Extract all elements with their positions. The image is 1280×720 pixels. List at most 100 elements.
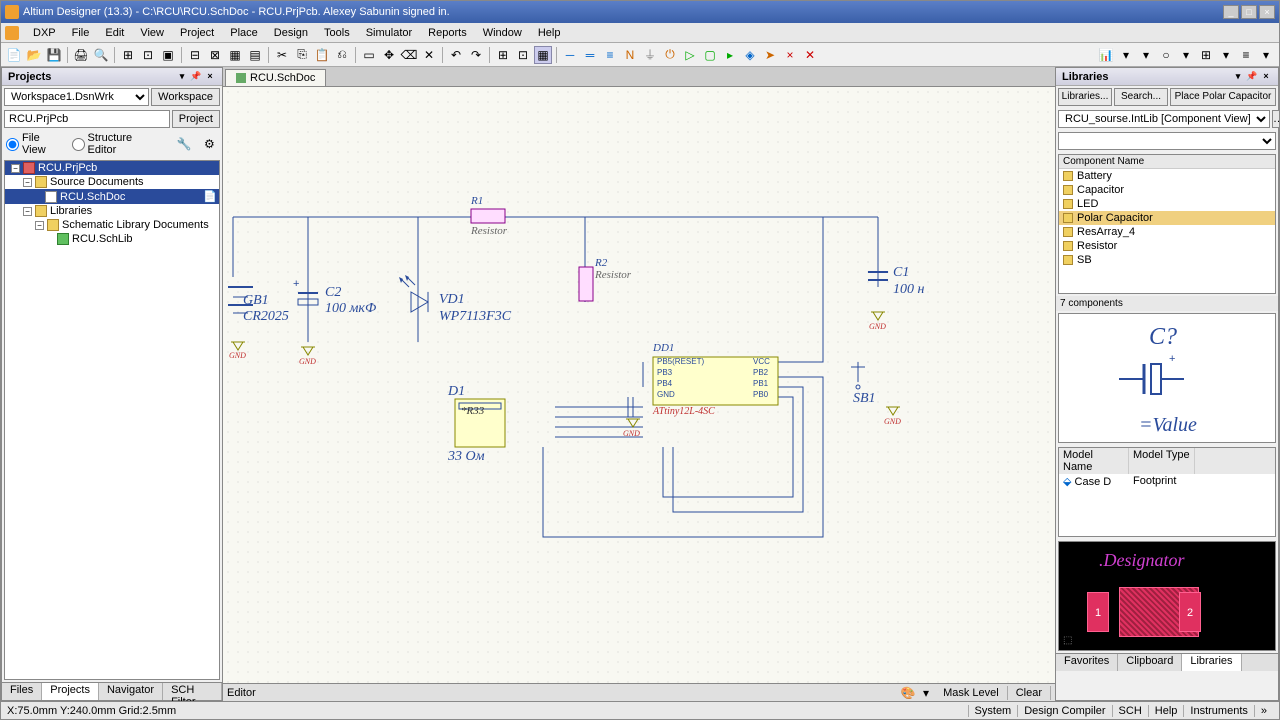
lib-pin-icon[interactable]: 📌 (1246, 71, 1258, 83)
utility-8-icon[interactable]: ≡ (1237, 46, 1255, 64)
deselect-icon[interactable]: ⌫ (400, 46, 418, 64)
tree-project-root[interactable]: −RCU.PrjPcb (5, 161, 219, 175)
cut-icon[interactable]: ✂ (273, 46, 291, 64)
panel-close-icon[interactable]: × (204, 71, 216, 83)
menu-simulator[interactable]: Simulator (358, 25, 420, 41)
dxp-icon[interactable] (5, 26, 19, 40)
library-select[interactable]: RCU_sourse.IntLib [Component View] (1058, 110, 1270, 128)
utility-1-icon[interactable]: 📊 (1097, 46, 1115, 64)
device-sheet-icon[interactable]: ◈ (741, 46, 759, 64)
fp-3d-icon[interactable]: ⬚ (1063, 635, 1072, 646)
project-button[interactable]: Project (172, 110, 220, 128)
status-system[interactable]: System (968, 705, 1018, 717)
print-icon[interactable]: 🖨 (72, 46, 90, 64)
tab-clipboard[interactable]: Clipboard (1118, 654, 1182, 671)
list-item-polar-capacitor[interactable]: Polar Capacitor (1059, 211, 1275, 225)
port-icon[interactable]: ➤ (761, 46, 779, 64)
rubber-stamp-icon[interactable]: ⎌ (333, 46, 351, 64)
utility-2-icon[interactable]: ▾ (1117, 46, 1135, 64)
menu-reports[interactable]: Reports (420, 25, 475, 41)
component-list[interactable]: Component Name Battery Capacitor LED Pol… (1058, 154, 1276, 294)
save-icon[interactable]: 💾 (45, 46, 63, 64)
lib-browse-button[interactable]: … (1272, 110, 1279, 128)
tab-projects[interactable]: Projects (42, 683, 99, 700)
minimize-button[interactable]: _ (1223, 5, 1239, 19)
note-icon[interactable]: ✕ (801, 46, 819, 64)
close-button[interactable]: × (1259, 5, 1275, 19)
bus-icon[interactable]: ═ (581, 46, 599, 64)
menu-view[interactable]: View (132, 25, 172, 41)
hierarchy-icon[interactable]: ⊟ (186, 46, 204, 64)
utility-9-icon[interactable]: ▾ (1257, 46, 1275, 64)
zoom-area-icon[interactable]: ⊡ (139, 46, 157, 64)
redo-icon[interactable]: ↷ (467, 46, 485, 64)
zoom-selected-icon[interactable]: ▣ (159, 46, 177, 64)
list-item-sb[interactable]: SB (1059, 253, 1275, 267)
select-tool-icon[interactable]: ▭ (360, 46, 378, 64)
project-tree[interactable]: −RCU.PrjPcb −Source Documents RCU.SchDoc… (4, 160, 220, 680)
sheet-symbol-icon[interactable]: ▢ (701, 46, 719, 64)
list-item-battery[interactable]: Battery (1059, 169, 1275, 183)
menu-place[interactable]: Place (222, 25, 266, 41)
panel-dropdown-icon[interactable]: ▾ (176, 71, 188, 83)
menu-project[interactable]: Project (172, 25, 222, 41)
tree-schlib-docs[interactable]: −Schematic Library Documents (5, 218, 219, 232)
copy-icon[interactable]: ⎘ (293, 46, 311, 64)
maximize-button[interactable]: □ (1241, 5, 1257, 19)
move-icon[interactable]: ✥ (380, 46, 398, 64)
menu-help[interactable]: Help (530, 25, 569, 41)
filter-select[interactable] (1058, 132, 1276, 150)
status-help[interactable]: Help (1148, 705, 1184, 717)
list-item-led[interactable]: LED (1059, 197, 1275, 211)
tab-files[interactable]: Files (2, 683, 42, 700)
utility-4-icon[interactable]: ○ (1157, 46, 1175, 64)
lib-dropdown-icon[interactable]: ▾ (1232, 71, 1244, 83)
list-item-resarray[interactable]: ResArray_4 (1059, 225, 1275, 239)
utility-5-icon[interactable]: ▾ (1177, 46, 1195, 64)
status-sch[interactable]: SCH (1112, 705, 1148, 717)
list-item-capacitor[interactable]: Capacitor (1059, 183, 1275, 197)
doc-tab-rcu[interactable]: RCU.SchDoc (225, 69, 326, 86)
tab-favorites[interactable]: Favorites (1056, 654, 1118, 671)
status-instruments[interactable]: Instruments (1183, 705, 1253, 717)
menu-file[interactable]: File (64, 25, 98, 41)
grid-icon[interactable]: ⊞ (494, 46, 512, 64)
lib-close-icon[interactable]: × (1260, 71, 1272, 83)
menu-design[interactable]: Design (266, 25, 316, 41)
schematic-canvas[interactable]: + (223, 87, 1055, 683)
undo-icon[interactable]: ↶ (447, 46, 465, 64)
structure-editor-radio[interactable]: Structure Editor (72, 132, 160, 156)
panel-pin-icon[interactable]: 📌 (190, 71, 202, 83)
utility-7-icon[interactable]: ▾ (1217, 46, 1235, 64)
model-row[interactable]: ⬙ Case D Footprint (1059, 474, 1275, 489)
model-name-header[interactable]: Model Name (1059, 448, 1129, 474)
status-expand-icon[interactable]: » (1254, 705, 1273, 717)
project-tool2-icon[interactable]: ⚙ (201, 135, 218, 153)
mask-level-button[interactable]: Mask Level (935, 686, 1008, 700)
status-design-compiler[interactable]: Design Compiler (1017, 705, 1111, 717)
menu-edit[interactable]: Edit (97, 25, 132, 41)
new-icon[interactable]: 📄 (5, 46, 23, 64)
tree-source-docs[interactable]: −Source Documents (5, 175, 219, 189)
tab-sch-filter[interactable]: SCH Filter (163, 683, 222, 700)
libraries-button[interactable]: Libraries... (1058, 88, 1112, 106)
net-label-icon[interactable]: N (621, 46, 639, 64)
workspace-select[interactable]: Workspace1.DsnWrk (4, 88, 149, 106)
menu-tools[interactable]: Tools (316, 25, 358, 41)
cross-probe-icon[interactable]: ⊠ (206, 46, 224, 64)
tree-schdoc[interactable]: RCU.SchDoc📄 (5, 189, 219, 204)
sheet-entry-icon[interactable]: ▸ (721, 46, 739, 64)
cross-select-icon[interactable]: ▦ (226, 46, 244, 64)
menu-window[interactable]: Window (475, 25, 530, 41)
project-tool1-icon[interactable]: 🔧 (176, 135, 193, 153)
clear-icon[interactable]: ✕ (420, 46, 438, 64)
power-icon[interactable]: ⏻ (661, 46, 679, 64)
clear-button[interactable]: Clear (1008, 686, 1051, 700)
preview-icon[interactable]: 🔍 (92, 46, 110, 64)
signal-harness-icon[interactable]: ≡ (601, 46, 619, 64)
zoom-fit-icon[interactable]: ⊞ (119, 46, 137, 64)
model-type-header[interactable]: Model Type (1129, 448, 1195, 474)
tree-schlib[interactable]: RCU.SchLib (5, 232, 219, 246)
filter-icon[interactable]: ▾ (917, 684, 935, 702)
file-view-radio[interactable]: File View (6, 132, 64, 156)
